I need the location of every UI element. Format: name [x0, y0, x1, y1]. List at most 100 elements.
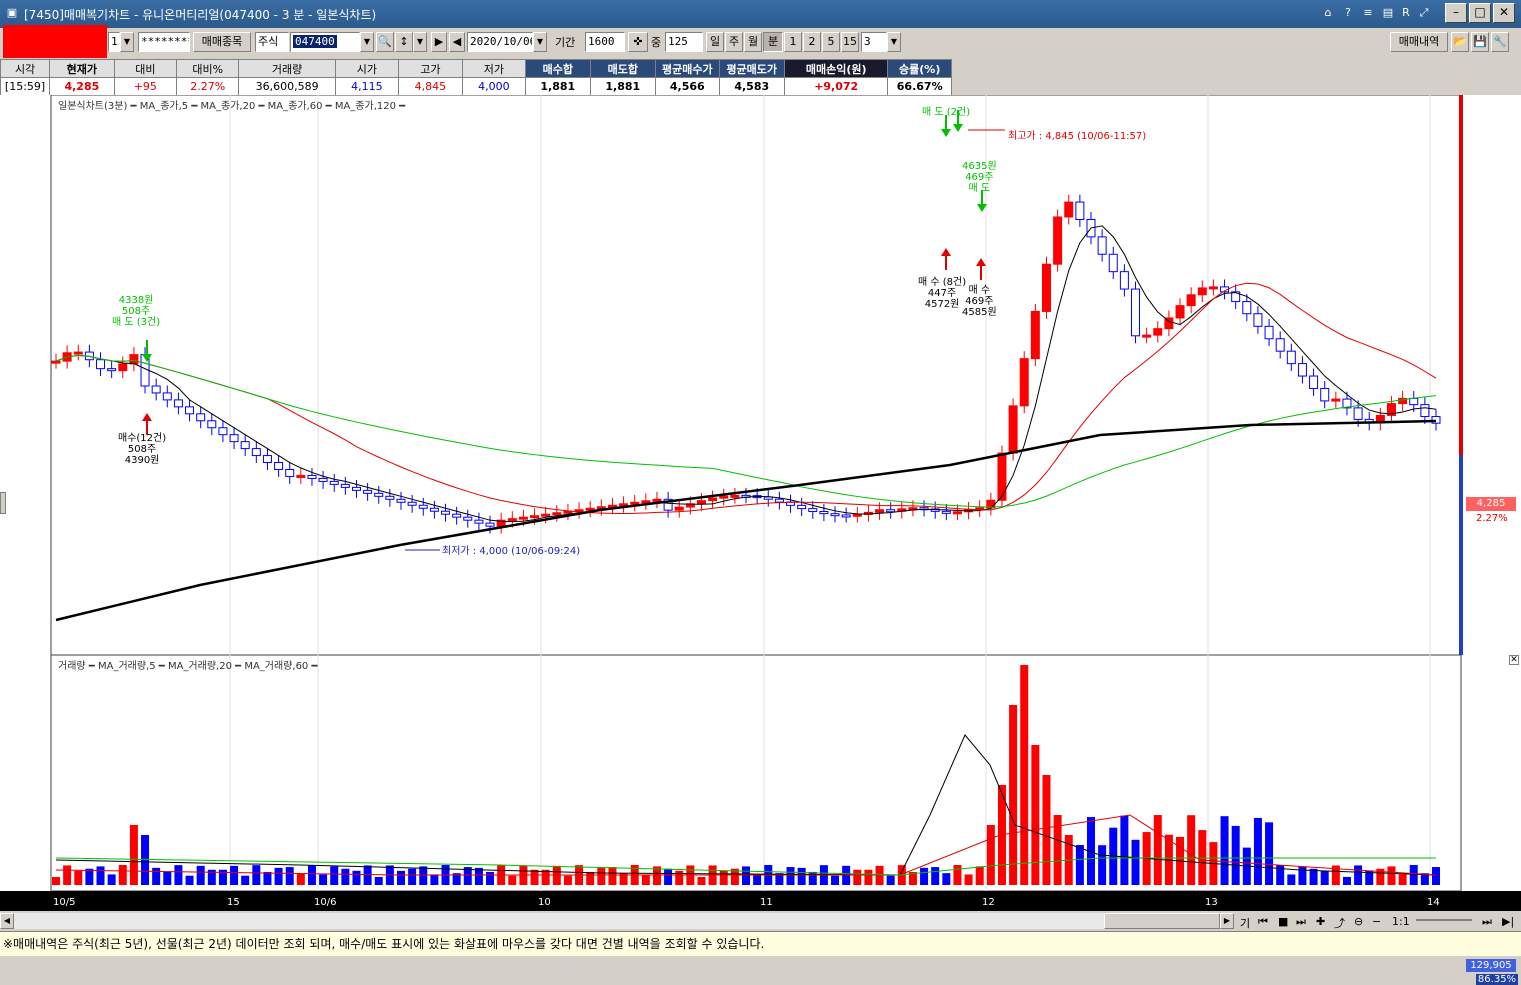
- value-high: 4,845: [398, 77, 463, 96]
- save-icon[interactable]: 💾: [1471, 32, 1489, 52]
- candle-body: [107, 368, 117, 372]
- volume-bar: [1098, 845, 1107, 885]
- sort-dropdown-arrow[interactable]: ▼: [413, 32, 427, 52]
- period-month-button[interactable]: 월: [744, 32, 762, 52]
- close-volume-pane-icon[interactable]: ✕: [1509, 655, 1519, 665]
- zoom-slider[interactable]: [1416, 919, 1472, 921]
- trade-annotation[interactable]: 4635원 469주 매 도: [962, 161, 997, 194]
- price-scale-bar-up: [1459, 95, 1463, 455]
- x-label: 10/5: [53, 897, 76, 908]
- interval-5-button[interactable]: 5: [822, 32, 840, 52]
- play-icon[interactable]: ▶: [431, 32, 447, 52]
- header-change-pct: 대비%: [176, 59, 240, 78]
- candle-body: [1286, 350, 1296, 365]
- candle-body: [641, 500, 651, 504]
- volume-bar: [953, 865, 962, 885]
- trade-annotation[interactable]: 매 도 (2건): [922, 107, 970, 118]
- zoom-minus-icon[interactable]: −: [1372, 915, 1381, 928]
- left-panel-toggle[interactable]: [0, 492, 6, 514]
- interval-2-button[interactable]: 2: [803, 32, 821, 52]
- volume-bar: [1387, 866, 1396, 885]
- help-icon[interactable]: ?: [1340, 5, 1356, 21]
- end-icon[interactable]: ▶|: [1502, 915, 1514, 928]
- trade-items-button[interactable]: 매매종목: [193, 32, 251, 52]
- stop-icon[interactable]: ■: [1278, 915, 1288, 928]
- pin-icon[interactable]: ⌂: [1320, 5, 1336, 21]
- interval-dropdown-arrow[interactable]: ▼: [887, 32, 901, 52]
- minimize-button[interactable]: –: [1445, 3, 1467, 23]
- market-type-field[interactable]: 주식: [255, 32, 289, 52]
- interval-15-button[interactable]: 15: [841, 32, 859, 52]
- window-list-icon[interactable]: ≡: [1360, 5, 1376, 21]
- volume-bar: [152, 867, 161, 885]
- volume-bar: [1187, 815, 1196, 885]
- trade-annotation[interactable]: 4338원 508주 매 도 (3건): [112, 295, 160, 328]
- value-change: +95: [113, 77, 178, 96]
- volume-bar: [408, 868, 417, 885]
- date-dropdown-arrow[interactable]: ▼: [533, 32, 547, 52]
- forward-icon[interactable]: ⏭: [1296, 915, 1306, 929]
- trade-annotation-line: 508주: [121, 306, 151, 317]
- scroll-right-button[interactable]: ▶: [1220, 913, 1234, 929]
- password-field[interactable]: ********: [138, 32, 190, 52]
- trade-annotation[interactable]: 매 수 469주 4585원: [962, 285, 997, 318]
- account-field[interactable]: 1: [108, 32, 120, 52]
- candle-body: [173, 399, 183, 408]
- chart-canvas[interactable]: [0, 95, 1521, 895]
- status-text: ※매매내역은 주식(최근 5년), 선물(최근 2년) 데이터만 조회 되며, …: [3, 937, 765, 951]
- candle-body: [118, 363, 128, 372]
- scroll-left-button[interactable]: ◀: [0, 913, 14, 929]
- candle-body: [251, 448, 261, 457]
- account-dropdown-arrow[interactable]: ▼: [120, 32, 134, 52]
- volume-bar: [797, 867, 806, 885]
- trend-icon[interactable]: ⤴: [1334, 915, 1345, 931]
- folder-icon[interactable]: 📂: [1451, 32, 1469, 52]
- sort-icon[interactable]: ↕: [395, 32, 413, 52]
- price-pane-frame: [50, 95, 1462, 656]
- candle-body: [1008, 405, 1018, 454]
- trade-history-button[interactable]: 매매내역: [1390, 32, 1448, 52]
- candle-body: [1409, 397, 1419, 406]
- period-week-button[interactable]: 주: [725, 32, 743, 52]
- trade-annotation[interactable]: 매 수 (8건) 447주 4572원: [918, 277, 966, 310]
- interval-1-button[interactable]: 1: [784, 32, 802, 52]
- settings-icon[interactable]: 🔧: [1491, 32, 1509, 52]
- volume-bar: [319, 874, 328, 885]
- stock-code-dropdown-arrow[interactable]: ▼: [360, 32, 374, 52]
- period-minute-button[interactable]: 분: [763, 32, 783, 52]
- volume-bar: [853, 869, 862, 885]
- scroll-thumb[interactable]: [1104, 913, 1220, 929]
- volume-bar: [1398, 874, 1407, 885]
- candle-body: [1420, 404, 1430, 418]
- date-field[interactable]: 2020/10/06: [467, 32, 533, 52]
- crosshair-icon[interactable]: ✜: [628, 32, 648, 52]
- maximize-button[interactable]: □: [1469, 3, 1491, 23]
- chart-type-icon[interactable]: 기: [1240, 915, 1250, 931]
- candle-body: [530, 515, 540, 519]
- jump-end-icon[interactable]: ⏭: [1482, 915, 1492, 929]
- volume-bar: [241, 875, 250, 885]
- x-label: 14: [1427, 897, 1440, 908]
- screen-icon[interactable]: ⤢: [1416, 5, 1432, 21]
- trade-arrow-head: [142, 413, 152, 421]
- refresh-icon[interactable]: R: [1398, 5, 1414, 21]
- layout-icon[interactable]: ▤: [1380, 5, 1396, 21]
- stock-code-input[interactable]: 047400: [290, 32, 360, 52]
- interval-field[interactable]: 3: [861, 32, 887, 52]
- period-day-button[interactable]: 일: [706, 32, 724, 52]
- zoom-out-icon[interactable]: ⊖: [1354, 915, 1363, 928]
- period-input[interactable]: 1600: [585, 32, 625, 52]
- trade-annotation-line: 매 수: [968, 285, 991, 296]
- volume-last-tag: 129,905: [1466, 959, 1516, 972]
- back-icon[interactable]: ◀: [449, 32, 465, 52]
- zoom-in-icon[interactable]: ✚: [1316, 915, 1325, 928]
- trade-annotation[interactable]: 매수(12건) 508주 4390원: [118, 433, 166, 466]
- chart-area[interactable]: 일본식차트(3분) ━ MA_종가,5 ━ MA_종가,20 ━ MA_종가,6…: [0, 95, 1521, 985]
- search-icon[interactable]: 🔍: [376, 32, 394, 52]
- close-button[interactable]: ✕: [1493, 3, 1515, 23]
- trade-annotation-line: 매 수 (8건): [918, 277, 967, 288]
- count-input[interactable]: 125: [665, 32, 703, 52]
- scroll-track[interactable]: [14, 913, 1104, 929]
- rewind-icon[interactable]: ⏮: [1258, 915, 1268, 929]
- volume-bar: [1020, 665, 1029, 885]
